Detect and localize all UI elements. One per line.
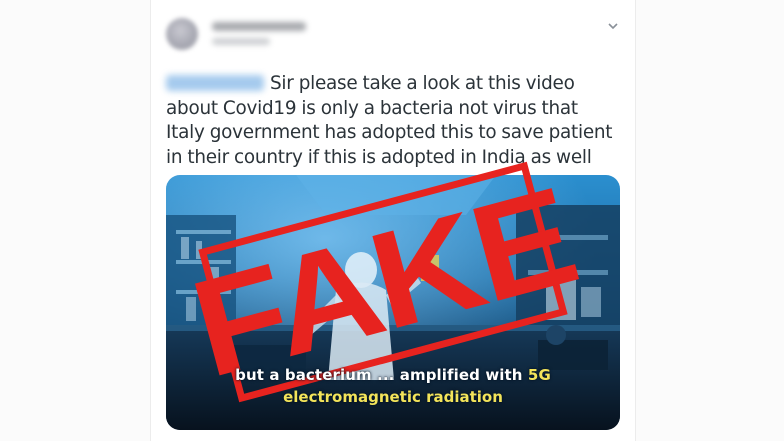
- author-name-blurred[interactable]: [212, 22, 306, 31]
- caption-highlight: 5G: [527, 366, 551, 384]
- avatar[interactable]: [166, 18, 198, 50]
- caption-prefix: but a bacterium ... amplified with: [235, 366, 528, 384]
- video-caption-line-2: electromagnetic radiation: [283, 388, 503, 406]
- video-caption-line-1: but a bacterium ... amplified with 5G: [166, 366, 620, 384]
- mention-blurred[interactable]: [166, 75, 264, 91]
- chevron-down-icon[interactable]: [606, 20, 620, 32]
- tweet-text: Sir please take a look at this video abo…: [166, 72, 618, 170]
- author-handle-blurred: [212, 38, 270, 45]
